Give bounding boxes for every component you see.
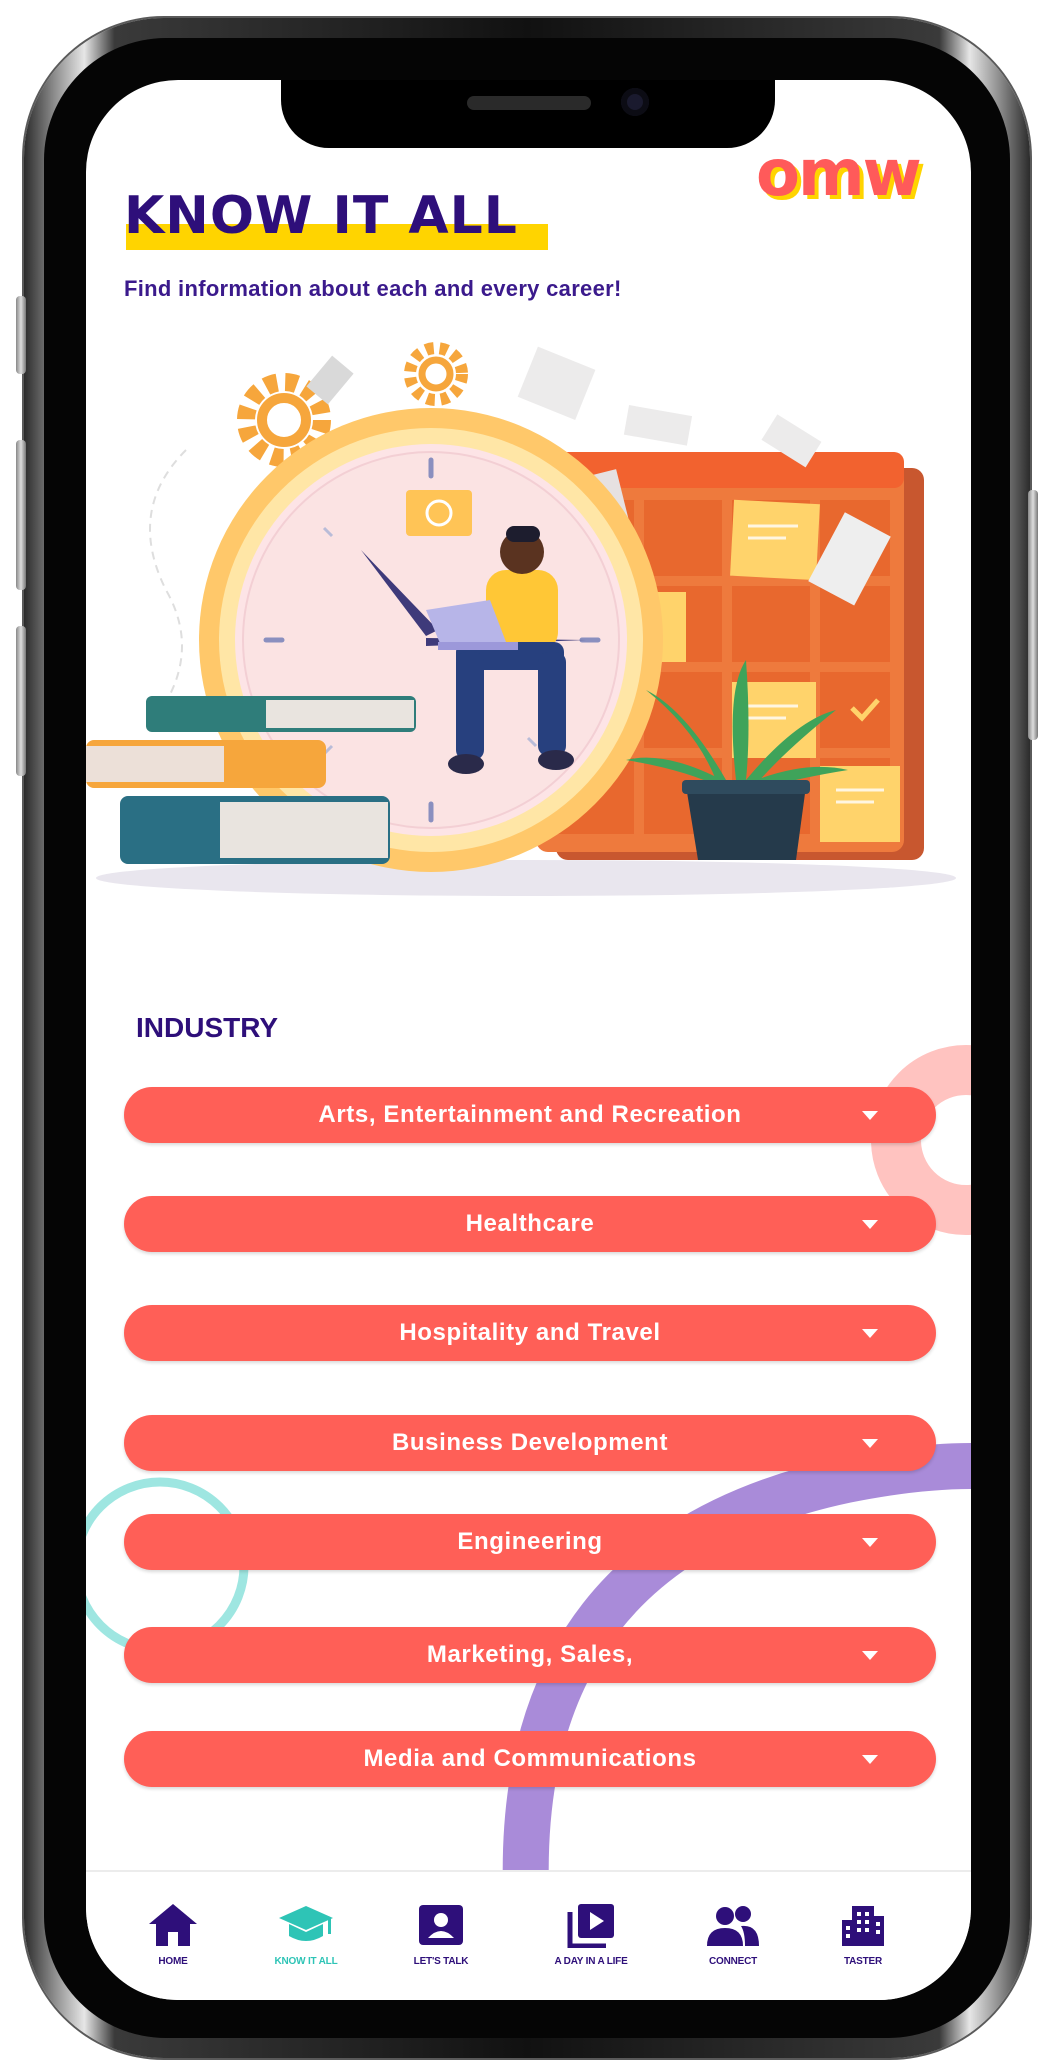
industry-dropdown-label: Media and Communications bbox=[363, 1745, 697, 1772]
nav-label: A DAY IN A LIFE bbox=[554, 1956, 628, 1967]
industry-dropdown-label: Business Development bbox=[391, 1429, 669, 1456]
notch bbox=[281, 80, 775, 148]
volume-down-button bbox=[16, 626, 26, 776]
app-screen: omw KNOW IT ALL Find information about e… bbox=[86, 80, 971, 2000]
volume-up-button bbox=[16, 440, 26, 590]
hero-illustration bbox=[86, 342, 956, 896]
chevron-down-icon bbox=[862, 1220, 878, 1229]
home-icon bbox=[149, 1904, 197, 1946]
video-library-icon bbox=[567, 1904, 614, 1948]
industry-dropdown-healthcare[interactable]: Healthcare bbox=[124, 1196, 936, 1252]
nav-label: CONNECT bbox=[708, 1956, 758, 1967]
speaker-grille bbox=[467, 96, 591, 110]
contact-card-icon bbox=[419, 1905, 463, 1945]
chevron-down-icon bbox=[862, 1439, 878, 1448]
chevron-down-icon bbox=[862, 1329, 878, 1338]
bottom-navigation: HOME KNOW IT ALL LET'S TALK A DAY IN A L… bbox=[86, 1870, 971, 2000]
industry-dropdown-label: Arts, Entertainment and Recreation bbox=[318, 1101, 742, 1128]
chevron-down-icon bbox=[862, 1111, 878, 1120]
industry-dropdown-media[interactable]: Media and Communications bbox=[124, 1731, 936, 1787]
industry-dropdown-arts[interactable]: Arts, Entertainment and Recreation bbox=[124, 1087, 936, 1143]
industry-dropdown-business[interactable]: Business Development bbox=[124, 1415, 936, 1471]
mute-switch bbox=[16, 296, 26, 374]
nav-a-day-in-a-life[interactable]: A DAY IN A LIFE bbox=[526, 1902, 656, 1967]
chevron-down-icon bbox=[862, 1755, 878, 1764]
industry-dropdown-hospitality[interactable]: Hospitality and Travel bbox=[124, 1305, 936, 1361]
chevron-down-icon bbox=[862, 1651, 878, 1660]
nav-know-it-all[interactable]: KNOW IT ALL bbox=[241, 1902, 371, 1967]
industry-dropdown-engineering[interactable]: Engineering bbox=[124, 1514, 936, 1570]
page-subtitle: Find information about each and every ca… bbox=[124, 276, 622, 301]
app-logo[interactable]: omw bbox=[756, 142, 922, 206]
nav-label: TASTER bbox=[843, 1956, 883, 1967]
nav-lets-talk[interactable]: LET'S TALK bbox=[376, 1902, 506, 1967]
industry-dropdown-label: Marketing, Sales, bbox=[426, 1641, 634, 1668]
industry-dropdown-label: Engineering bbox=[457, 1528, 603, 1555]
industry-dropdown-marketing[interactable]: Marketing, Sales, bbox=[124, 1627, 936, 1683]
nav-label: KNOW IT ALL bbox=[274, 1956, 338, 1967]
nav-connect[interactable]: CONNECT bbox=[668, 1902, 798, 1967]
nav-home[interactable]: HOME bbox=[108, 1902, 238, 1967]
people-icon bbox=[707, 1906, 759, 1946]
page-title: KNOW IT ALL bbox=[124, 186, 518, 246]
power-button bbox=[1028, 490, 1038, 740]
nav-taster[interactable]: TASTER bbox=[798, 1902, 928, 1967]
graduation-cap-icon bbox=[279, 1906, 333, 1941]
nav-label: LET'S TALK bbox=[413, 1956, 469, 1967]
industry-heading: INDUSTRY bbox=[136, 1012, 279, 1043]
chevron-down-icon bbox=[862, 1538, 878, 1547]
nav-label: HOME bbox=[158, 1956, 188, 1967]
industry-dropdown-label: Hospitality and Travel bbox=[399, 1319, 661, 1346]
building-icon bbox=[842, 1906, 884, 1946]
front-camera bbox=[621, 88, 649, 116]
page-title-block: KNOW IT ALL bbox=[124, 186, 548, 250]
industry-dropdown-label: Healthcare bbox=[465, 1210, 595, 1237]
